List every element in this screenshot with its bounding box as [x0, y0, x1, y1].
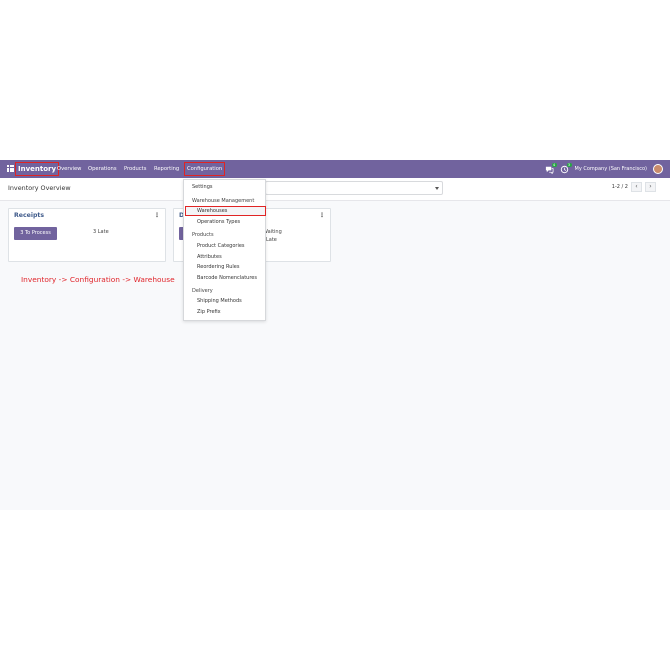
app-name-inventory[interactable]: Inventory — [14, 162, 60, 176]
menu-item-attributes[interactable]: Attributes — [184, 252, 267, 262]
navbar-systray: 4 3 My Company (San Francisco) — [545, 162, 663, 175]
card-title[interactable]: Receipts — [14, 212, 44, 219]
messages-icon[interactable]: 4 — [545, 162, 557, 174]
menu-item-zip-prefix[interactable]: Zip Prefix — [184, 307, 267, 317]
menu-item-shipping-methods[interactable]: Shipping Methods — [184, 296, 267, 306]
menu-item-product-categories[interactable]: Product Categories — [184, 241, 267, 251]
messages-badge: 4 — [551, 162, 557, 167]
control-panel: Inventory Overview 1-2 / 2 ‹ › — [0, 178, 670, 201]
menu-item-operations-types[interactable]: Operations Types — [184, 217, 267, 227]
kebab-menu-icon[interactable]: ⋮ — [154, 212, 160, 219]
menu-products[interactable]: Products — [123, 163, 147, 175]
kebab-menu-icon[interactable]: ⋮ — [319, 212, 325, 219]
menu-item-barcode-nomenclatures[interactable]: Barcode Nomenclatures — [184, 273, 267, 283]
top-navbar: Inventory Overview Operations Products R… — [0, 160, 670, 178]
app-frame: Inventory Overview Operations Products R… — [0, 160, 670, 510]
section-header-products: Products — [192, 232, 214, 238]
apps-grid-icon[interactable] — [7, 165, 14, 172]
company-switcher[interactable]: My Company (San Francisco) — [575, 166, 648, 172]
configuration-dropdown: Settings Warehouse Management Warehouses… — [183, 179, 266, 321]
user-avatar[interactable] — [653, 164, 663, 174]
menu-operations[interactable]: Operations — [87, 163, 118, 175]
activities-clock-icon[interactable]: 3 — [560, 162, 572, 174]
menu-overview[interactable]: Overview — [56, 163, 82, 175]
to-process-button[interactable]: 3 To Process — [14, 227, 57, 240]
menu-configuration[interactable]: Configuration — [183, 162, 226, 176]
late-link[interactable]: Late — [266, 237, 277, 243]
activities-badge: 3 — [566, 162, 572, 167]
menu-reporting[interactable]: Reporting — [153, 163, 180, 175]
section-header-delivery: Delivery — [192, 288, 213, 294]
menu-item-warehouses[interactable]: Warehouses — [185, 206, 266, 216]
pager: 1-2 / 2 ‹ › — [612, 182, 656, 192]
chevron-left-icon[interactable]: ‹ — [631, 182, 642, 192]
search-options-caret-icon[interactable] — [435, 187, 439, 190]
menu-item-reordering-rules[interactable]: Reordering Rules — [184, 262, 267, 272]
section-header-warehouse-management: Warehouse Management — [192, 198, 255, 204]
late-link[interactable]: 3 Late — [93, 229, 109, 235]
pager-value[interactable]: 1-2 / 2 — [612, 184, 628, 190]
operation-card-receipts: Receipts ⋮ 3 To Process 3 Late — [8, 208, 166, 262]
chevron-right-icon[interactable]: › — [645, 182, 656, 192]
navigation-annotation: Inventory -> Configuration -> Warehouse — [21, 275, 175, 284]
page-title: Inventory Overview — [8, 184, 71, 192]
menu-item-settings[interactable]: Settings — [184, 182, 267, 192]
search-input[interactable] — [265, 181, 443, 195]
